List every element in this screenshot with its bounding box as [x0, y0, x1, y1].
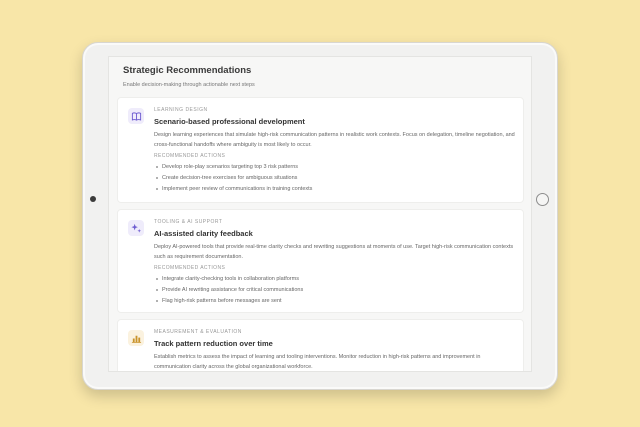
card-category: MEASUREMENT & EVALUATION: [154, 329, 242, 335]
recommendation-card-learning-design[interactable]: LEARNING DESIGN Scenario-based professio…: [117, 97, 524, 203]
card-description: Deploy AI-powered tools that provide rea…: [154, 244, 514, 260]
bar-chart-icon: [128, 330, 144, 346]
action-item: Integrate clarity-checking tools in coll…: [154, 276, 515, 282]
page-subtitle: Enable decision-making through actionabl…: [123, 82, 255, 88]
card-category: LEARNING DESIGN: [154, 107, 208, 113]
sparkle-icon: [128, 220, 144, 236]
bullet-icon: [156, 278, 158, 280]
card-description: Establish metrics to assess the impact o…: [154, 354, 481, 370]
card-description: Design learning experiences that simulat…: [154, 132, 515, 148]
card-title: Track pattern reduction over time: [154, 339, 273, 348]
action-item: Develop role-play scenarios targeting to…: [154, 164, 515, 170]
recommended-actions-label: RECOMMENDED ACTIONS: [154, 153, 226, 159]
recommendation-card-measurement[interactable]: MEASUREMENT & EVALUATION Track pattern r…: [117, 319, 524, 371]
bullet-icon: [156, 289, 158, 291]
recommended-actions-label: RECOMMENDED ACTIONS: [154, 265, 226, 271]
bullet-icon: [156, 177, 158, 179]
recommendation-card-tooling[interactable]: TOOLING & AI SUPPORT AI-assisted clarity…: [117, 209, 524, 313]
home-button[interactable]: [536, 193, 549, 206]
tablet-screen: Strategic Recommendations Enable decisio…: [108, 56, 532, 372]
camera-icon: [90, 196, 96, 202]
action-item: Create decision-tree exercises for ambig…: [154, 175, 515, 181]
bullet-icon: [156, 166, 158, 168]
bullet-icon: [156, 188, 158, 190]
page-header: Strategic Recommendations Enable decisio…: [123, 65, 255, 88]
card-category: TOOLING & AI SUPPORT: [154, 219, 223, 225]
action-item: Implement peer review of communications …: [154, 186, 515, 192]
card-title: AI-assisted clarity feedback: [154, 229, 253, 238]
action-item: Flag high-risk patterns before messages …: [154, 298, 515, 304]
bullet-icon: [156, 300, 158, 302]
book-icon: [128, 108, 144, 124]
page-title: Strategic Recommendations: [123, 65, 252, 76]
action-item: Provide AI rewriting assistance for crit…: [154, 287, 515, 293]
card-title: Scenario-based professional development: [154, 117, 305, 126]
